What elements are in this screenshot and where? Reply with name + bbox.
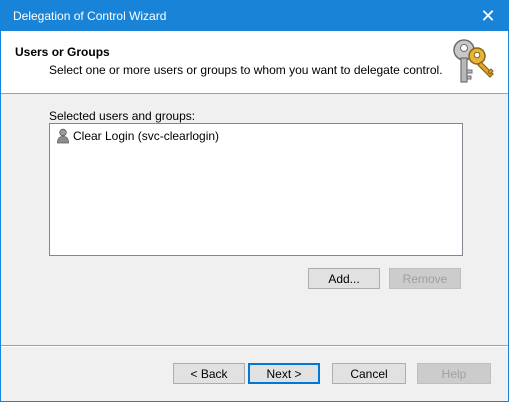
back-button[interactable]: < Back: [173, 363, 245, 384]
next-button[interactable]: Next >: [248, 363, 320, 384]
page-title: Users or Groups: [15, 45, 110, 59]
wizard-header: Users or Groups Select one or more users…: [1, 31, 508, 94]
wizard-window: Delegation of Control Wizard ✕ Users or …: [0, 0, 509, 402]
footer-separator: [1, 345, 508, 347]
window-title: Delegation of Control Wizard: [13, 9, 167, 23]
close-icon[interactable]: ✕: [468, 1, 508, 31]
selected-users-list[interactable]: Clear Login (svc-clearlogin): [49, 123, 463, 256]
keys-icon: [453, 39, 494, 83]
help-button[interactable]: Help: [417, 363, 491, 384]
cancel-button[interactable]: Cancel: [332, 363, 406, 384]
list-item[interactable]: Clear Login (svc-clearlogin): [56, 128, 219, 144]
selected-users-label: Selected users and groups:: [49, 109, 196, 123]
add-button[interactable]: Add...: [308, 268, 380, 289]
page-subtitle: Select one or more users or groups to wh…: [49, 63, 443, 77]
title-bar: Delegation of Control Wizard ✕: [1, 1, 508, 31]
list-item-label: Clear Login (svc-clearlogin): [73, 129, 220, 143]
remove-button[interactable]: Remove: [389, 268, 461, 289]
user-icon: [57, 128, 69, 144]
